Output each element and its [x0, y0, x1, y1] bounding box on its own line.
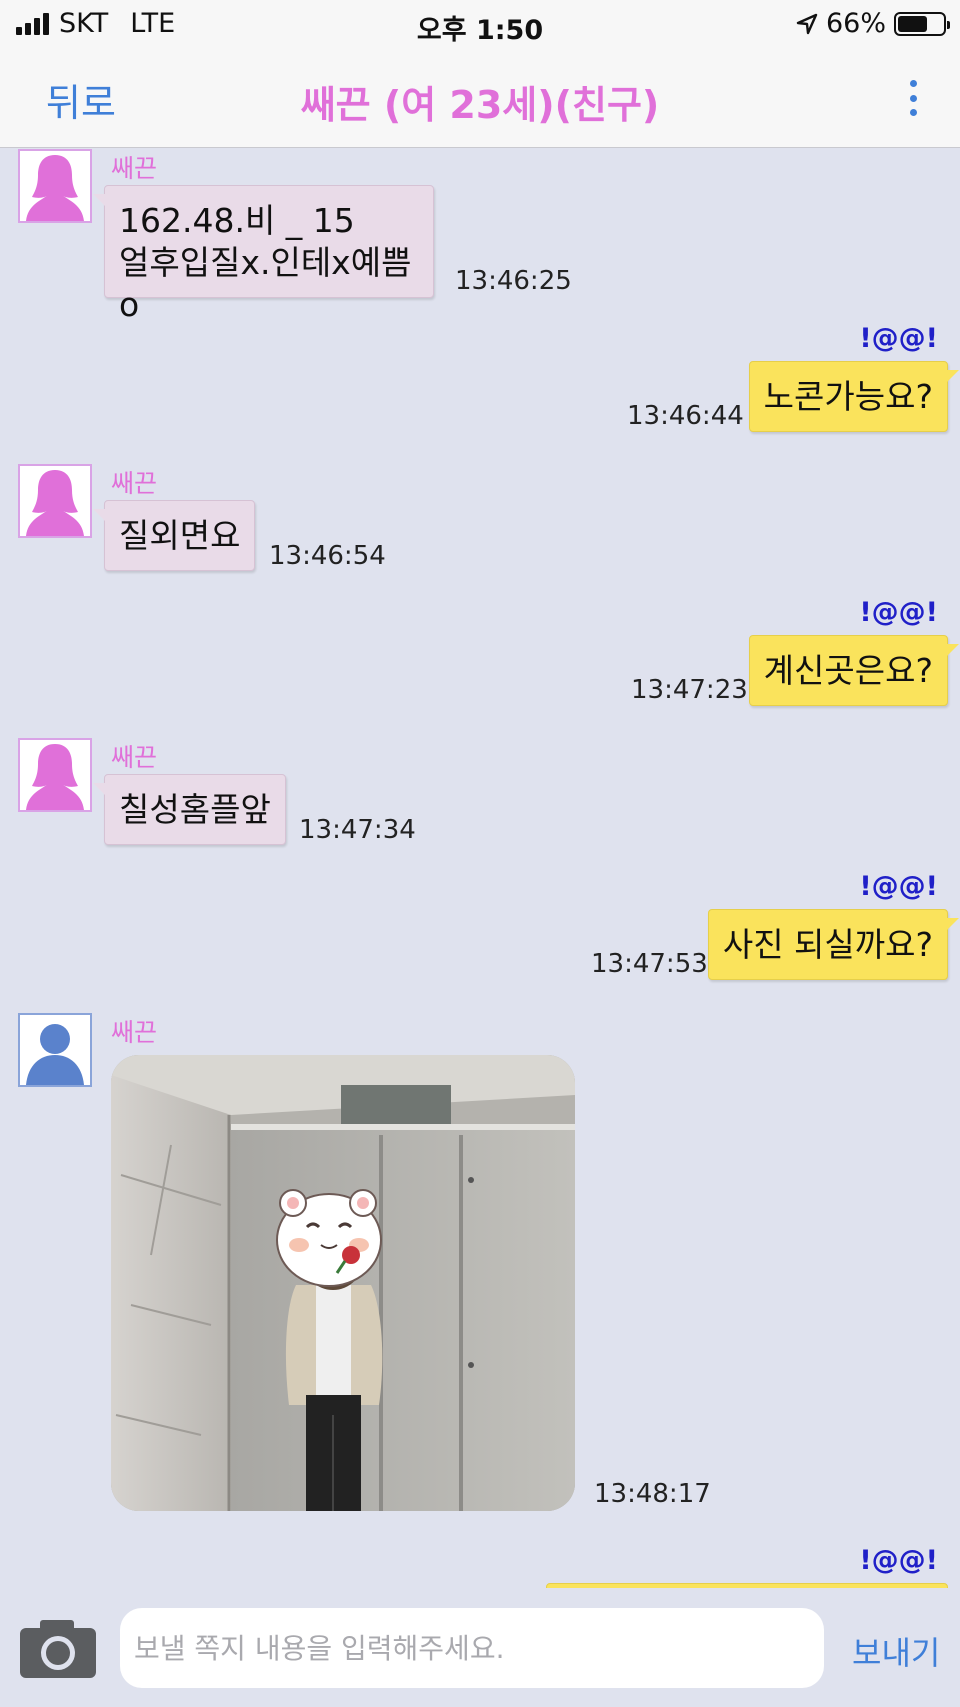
female-avatar-icon: [26, 744, 84, 810]
message-text: 칠성홈플앞: [119, 790, 271, 829]
message-text: 사진 되실까요?: [722, 925, 933, 964]
sender-name: 쌔끈: [111, 1018, 158, 1047]
female-avatar-icon: [26, 155, 84, 221]
nav-bar: 뒤로 쌔끈 (여 23세)(친구): [0, 50, 960, 148]
message-text: 질외면요: [119, 516, 241, 555]
my-name: !@@!: [859, 1545, 938, 1576]
message-bubble[interactable]: 162.48.비 _ 15 얼후입질x.인테x예쁨o: [93, 185, 434, 324]
vertical-dots-icon[interactable]: [906, 80, 920, 116]
avatar[interactable]: [18, 149, 92, 223]
avatar[interactable]: [18, 464, 92, 538]
message-time: 13:47:53: [591, 949, 708, 979]
message-time: 13:46:54: [269, 541, 386, 571]
location-arrow-icon: [796, 13, 818, 34]
photo-attachment[interactable]: [111, 1055, 575, 1511]
message-time: 13:47:23: [631, 675, 748, 705]
my-name: !@@!: [859, 871, 938, 902]
camera-icon[interactable]: [18, 1618, 98, 1680]
message-time: 13:46:44: [627, 401, 744, 431]
sender-name: 쌔끈: [111, 154, 158, 183]
battery-fill: [898, 15, 928, 32]
message-bubble[interactable]: 계신곳은요?: [748, 635, 960, 706]
message-time: 13:46:25: [455, 266, 572, 296]
message-text: 계신곳은요?: [763, 651, 933, 690]
person-avatar-icon: [26, 1024, 84, 1085]
message-text: 노콘가능요?: [763, 377, 933, 416]
avatar[interactable]: [18, 1013, 92, 1087]
avatar[interactable]: [18, 738, 92, 812]
chat-transcript[interactable]: 쌔끈 162.48.비 _ 15 얼후입질x.인테x예쁨o 13:46:25 !…: [0, 149, 960, 1588]
status-right: 66%: [796, 8, 950, 39]
message-bubble[interactable]: 노콘가능요?: [748, 361, 960, 432]
status-bar: SKT LTE 오후 1:50 66%: [0, 0, 960, 50]
sender-name: 쌔끈: [111, 743, 158, 772]
message-input[interactable]: [120, 1608, 824, 1688]
message-bubble[interactable]: 사진 되실까요?: [707, 909, 960, 980]
message-line: 162.48.비 _ 15: [119, 201, 355, 240]
my-name: !@@!: [859, 323, 938, 354]
message-time: 13:47:34: [299, 815, 416, 845]
message-bubble[interactable]: 칠성홈플앞: [93, 774, 286, 845]
chat-title: 쌔끈 (여 23세)(친구): [300, 83, 660, 127]
my-name: !@@!: [859, 597, 938, 628]
composer-bar: 보내기: [0, 1588, 960, 1707]
message-time: 13:48:17: [594, 1479, 711, 1509]
send-button[interactable]: 보내기: [852, 1628, 940, 1674]
battery-percent: 66%: [825, 8, 886, 39]
restroom-photo-image: [111, 1055, 575, 1511]
battery-icon: [894, 11, 950, 36]
message-line: 얼후입질x.인테x예쁨o: [119, 243, 412, 324]
female-avatar-icon: [26, 470, 84, 536]
sender-name: 쌔끈: [111, 469, 158, 498]
message-bubble[interactable]: 질외면요: [92, 500, 256, 571]
